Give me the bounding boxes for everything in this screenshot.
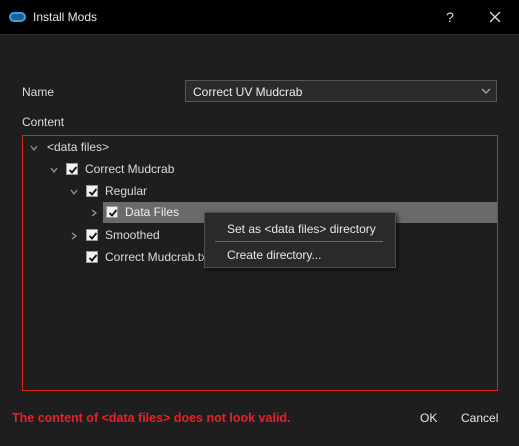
menu-item-set-as-data-files[interactable]: Set as <data files> directory [227, 222, 376, 236]
validation-error: The content of <data files> does not loo… [12, 411, 291, 425]
checkbox[interactable] [86, 251, 98, 263]
tree-item-label: Data Files [125, 205, 180, 219]
help-button[interactable]: ? [436, 5, 464, 29]
checkmark-icon [108, 209, 118, 217]
content-label: Content [22, 115, 65, 129]
checkmark-icon [88, 232, 98, 240]
tree-item-label: <data files> [47, 140, 110, 154]
collapse-arrow-icon[interactable] [90, 209, 98, 217]
menu-item-create-directory[interactable]: Create directory... [227, 248, 321, 262]
checkmark-icon [88, 188, 98, 196]
checkbox[interactable] [106, 206, 118, 218]
tree-item-correct-mudcrab[interactable]: Correct Mudcrab [23, 159, 497, 180]
expand-arrow-icon[interactable] [30, 144, 38, 152]
expand-arrow-icon[interactable] [50, 166, 58, 174]
window-title: Install Mods [33, 10, 98, 24]
collapse-arrow-icon[interactable] [70, 232, 78, 240]
checkmark-icon [68, 166, 78, 174]
title-bar: Install Mods ? [0, 0, 519, 35]
tree-item-label: Smoothed [105, 228, 160, 242]
tree-item-data-files-root[interactable]: <data files> [23, 137, 497, 158]
checkbox[interactable] [86, 229, 98, 241]
tree-item-label: Correct Mudcrab [85, 162, 175, 176]
chevron-down-icon[interactable] [481, 86, 491, 96]
checkbox[interactable] [86, 185, 98, 197]
name-combobox[interactable]: Correct UV Mudcrab [185, 80, 497, 102]
context-menu: Set as <data files> directory Create dir… [204, 212, 396, 268]
checkbox[interactable] [66, 163, 78, 175]
checkmark-icon [88, 254, 98, 262]
tree-item-label: Correct Mudcrab.txt [105, 250, 211, 264]
tree-item-label: Regular [105, 184, 148, 198]
tree-item-regular[interactable]: Regular [23, 181, 497, 202]
close-button[interactable] [481, 5, 509, 29]
cancel-button[interactable]: Cancel [461, 411, 498, 425]
name-label: Name [22, 85, 55, 99]
ok-button[interactable]: OK [420, 411, 437, 425]
expand-arrow-icon[interactable] [70, 188, 78, 196]
name-value: Correct UV Mudcrab [193, 85, 303, 99]
app-icon [9, 12, 26, 22]
menu-separator [215, 241, 383, 242]
close-icon [489, 11, 501, 23]
